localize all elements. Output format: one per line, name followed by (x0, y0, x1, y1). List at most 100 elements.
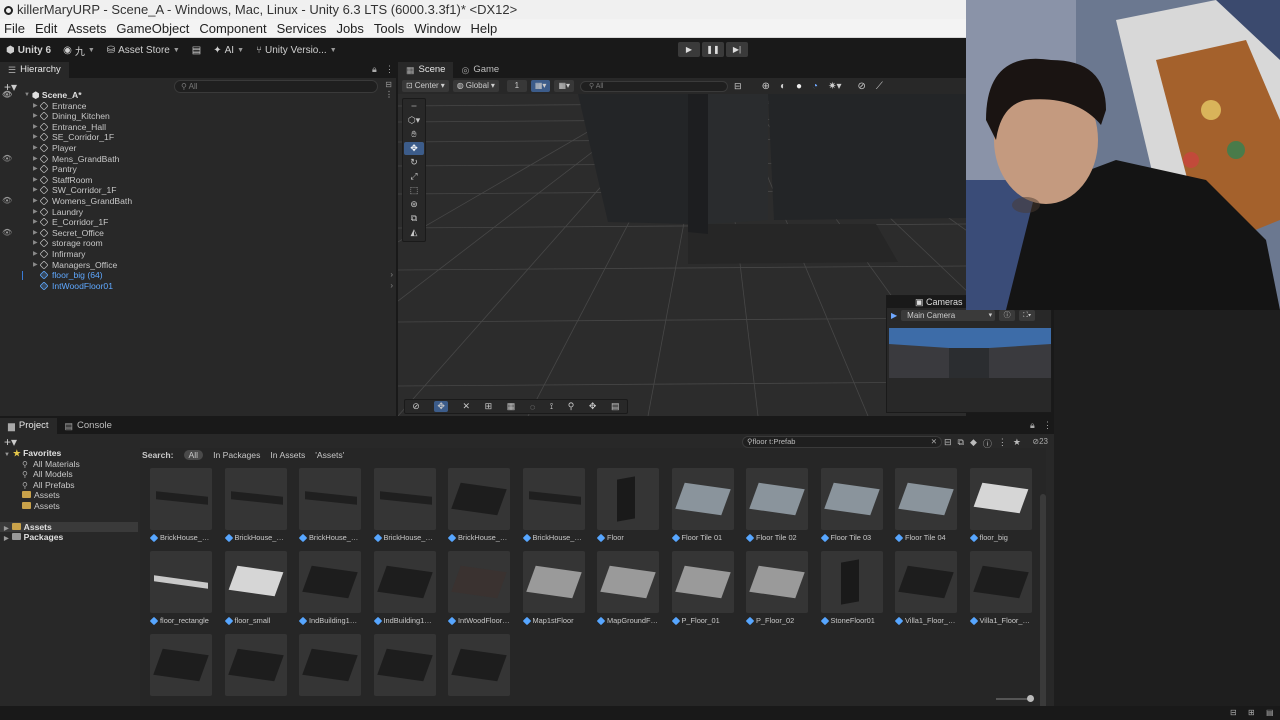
asset-tile[interactable]: Floor Tile 04 (895, 468, 957, 546)
scene-viewport[interactable]: ═ ⬡▾ ✋︎ ✥ ↻ ⤢ ⬚ ⊛ ⧉ ◭ ⊘ ✥ ✕ ⊞ ▦ ◌ ⟟ ⚲ ✥ (398, 94, 966, 416)
asset-tile[interactable]: P_Floor_02 (746, 551, 808, 629)
rotate-tool-icon[interactable]: ↻ (404, 156, 424, 169)
package-manager-button[interactable]: ▤ (192, 45, 201, 56)
hierarchy-item[interactable]: ▶ Pantry (0, 164, 396, 175)
hierarchy-item[interactable]: ▶ storage room (0, 238, 396, 249)
expand-arrow-icon[interactable]: ▶ (33, 185, 38, 196)
asset-tile[interactable]: BrickHouse_Flo... (299, 468, 361, 546)
expand-arrow-icon[interactable]: ▶ (33, 196, 38, 207)
asset-tile[interactable]: Villa1_Floor_Mi... (969, 551, 1032, 629)
hierarchy-item[interactable]: ▶ Laundry (0, 207, 396, 218)
expand-arrow-icon[interactable]: ▶ (33, 207, 38, 218)
menu-jobs[interactable]: Jobs (336, 19, 363, 37)
hierarchy-item[interactable]: 👁︎ ▶ Womens_GrandBath (0, 196, 396, 207)
hierarchy-prefab-item[interactable]: IntWoodFloor01 › (0, 281, 396, 292)
rotate-icon[interactable]: ◌ (530, 402, 535, 412)
lighting-toggle-icon[interactable]: ● (796, 81, 802, 92)
asset-tile[interactable]: Floor Tile 01 (671, 468, 734, 546)
favorite-all-prefabs[interactable]: ⚲ All Prefabs (0, 480, 138, 491)
hierarchy-item[interactable]: ▶ Player (0, 143, 396, 154)
more-menu-icon[interactable]: ⋮ (385, 64, 394, 75)
asset-tile[interactable]: P_Floor_01 (671, 551, 734, 629)
account-button[interactable]: ◉ 九 ▼ (63, 43, 95, 58)
expand-arrow-icon[interactable]: ▼ (24, 90, 30, 101)
hidden-objects-icon[interactable]: ⊘ (858, 81, 866, 92)
chevron-right-icon[interactable]: › (390, 270, 393, 281)
2d-toggle-icon[interactable]: ◐ (780, 81, 786, 92)
asset-tile[interactable]: IntWoodFloor01 (448, 551, 510, 629)
packages-root[interactable]: ▶ Packages (0, 532, 138, 543)
tab-project[interactable]: ▆ Project (0, 418, 57, 434)
scope-in-assets[interactable]: In Assets (270, 450, 305, 460)
expand-arrow-icon[interactable]: ▶ (33, 101, 38, 112)
hierarchy-item[interactable]: ▶ SW_Corridor_1F (0, 185, 396, 196)
search-options-icon[interactable]: ⊟ (385, 80, 392, 89)
play-button[interactable]: ▶ (678, 42, 700, 57)
stack-icon[interactable]: ▤ (611, 401, 620, 412)
version-control-button[interactable]: ⑂ Unity Versio... ▼ (256, 45, 337, 56)
visibility-eye-icon[interactable]: 👁︎ (2, 228, 12, 239)
menu-component[interactable]: Component (199, 19, 266, 37)
effects-icon[interactable]: ✷▾ (828, 81, 841, 92)
expand-arrow-icon[interactable]: ▶ (33, 238, 38, 249)
expand-arrow-icon[interactable]: ▶ (33, 228, 38, 239)
asset-tile[interactable]: BrickHouse_Flo... (373, 468, 436, 546)
clear-search-icon[interactable]: ✕ (931, 437, 937, 447)
menu-window[interactable]: Window (414, 19, 460, 37)
expand-arrow-icon[interactable]: ▶ (33, 175, 38, 186)
scene-menu-icon[interactable]: ⋮ (385, 90, 393, 101)
asset-tile[interactable]: IndBuilding1_Fl... (299, 551, 361, 629)
gizmo-icon[interactable]: ⟋ (876, 81, 883, 92)
expand-arrow-icon[interactable]: ▶ (33, 122, 38, 133)
hierarchy-item[interactable]: ▶ E_Corridor_1F (0, 217, 396, 228)
grid-toggle-button[interactable]: ▦▾ (530, 80, 551, 92)
search-icon[interactable]: ⚲ (568, 401, 575, 412)
expand-arrow-icon[interactable]: ▶ (33, 111, 38, 122)
menu-edit[interactable]: Edit (35, 19, 57, 37)
move-handle-icon[interactable]: ✥ (434, 401, 448, 412)
menu-help[interactable]: Help (471, 19, 498, 37)
expand-arrow-icon[interactable]: ▶ (33, 217, 38, 228)
more-menu-icon[interactable]: ⋮ (1043, 420, 1052, 431)
pivot-mode-dropdown[interactable]: ⊡ Center ▾ (402, 80, 449, 92)
drag-handle-icon[interactable]: ═ (404, 100, 424, 113)
scale-tool-icon[interactable]: ⤢ (404, 170, 424, 183)
menu-gameobject[interactable]: GameObject (116, 19, 189, 37)
asset-tile[interactable] (299, 634, 361, 712)
tab-console[interactable]: ▤ Console (57, 418, 120, 434)
tab-game[interactable]: ◎ Game (453, 62, 507, 78)
transform-tool-icon[interactable]: ⊛ (404, 198, 424, 211)
chevron-right-icon[interactable]: › (390, 281, 393, 292)
asset-tile[interactable]: floor_small (224, 551, 287, 629)
favorite-all-models[interactable]: ⚲ All Models (0, 469, 138, 480)
asset-tile[interactable]: StoneFloor01 (820, 551, 883, 629)
search-filter-icon[interactable]: ⊟ (734, 81, 742, 92)
asset-tile[interactable]: Floor Tile 02 (746, 468, 808, 546)
asset-tile[interactable]: BrickHouse_Flo... (522, 468, 585, 546)
move-icon[interactable]: ✥ (589, 401, 597, 412)
asset-tile[interactable]: BrickHouse_Flo... (448, 468, 510, 546)
hierarchy-item[interactable]: ▶ Entrance_Hall (0, 122, 396, 133)
space-mode-dropdown[interactable]: ◍ Global ▾ (452, 80, 499, 92)
hierarchy-item[interactable]: ▶ Dining_Kitchen (0, 111, 396, 122)
align-icon[interactable]: ⊞ (485, 401, 493, 412)
expand-arrow-icon[interactable]: ▶ (33, 143, 38, 154)
cross-icon[interactable]: ✕ (463, 401, 471, 412)
visibility-eye-icon[interactable]: 👁︎ (2, 90, 12, 101)
asset-tile[interactable]: Villa1_Floor_Mi... (895, 551, 957, 629)
asset-tile[interactable]: Map1stFloor (522, 551, 585, 629)
visibility-eye-icon[interactable]: 👁︎ (2, 154, 12, 165)
asset-tile[interactable]: MapGroundFloor (597, 551, 659, 629)
move-tool-icon[interactable]: ✥ (404, 142, 424, 155)
unity-account-button[interactable]: ⬢ Unity 6 (6, 45, 51, 56)
favorite-assets-1[interactable]: Assets (0, 490, 138, 501)
grid-snap-value[interactable]: 1 (506, 80, 527, 92)
asset-tile[interactable] (448, 634, 510, 712)
hierarchy-item[interactable]: ▶ StaffRoom (0, 175, 396, 186)
hierarchy-item[interactable]: 👁︎ ▶ Secret_Office (0, 228, 396, 239)
scene-root-row[interactable]: 👁︎ ▼ ⬢ Scene_A* ⋮ (0, 90, 396, 101)
lock-icon[interactable]: 🔒︎ (372, 64, 377, 75)
hierarchy-item[interactable]: ▶ Infirmary (0, 249, 396, 260)
asset-tile[interactable]: floor_big (969, 468, 1032, 546)
expand-arrow-icon[interactable]: ▶ (33, 154, 38, 165)
